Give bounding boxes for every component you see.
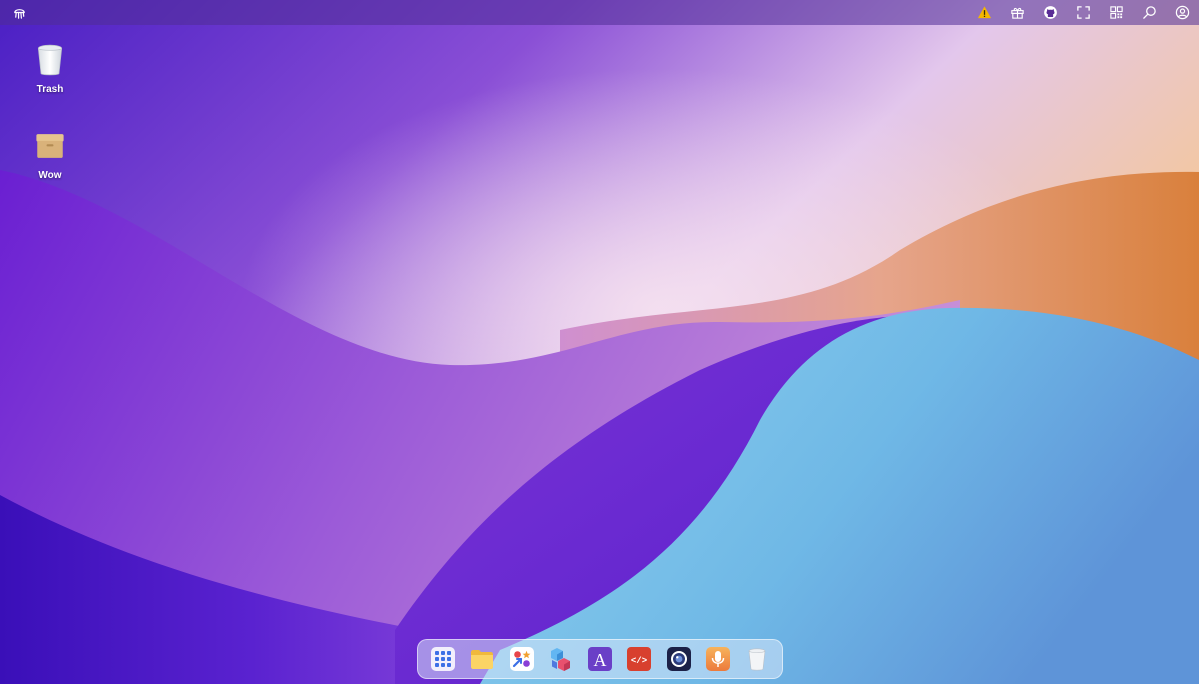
- folder-icon[interactable]: [468, 645, 496, 673]
- desktop-icon-wow[interactable]: Wow: [20, 126, 80, 181]
- font-a-glyph: A: [594, 650, 607, 670]
- trash-bin-icon: [30, 40, 70, 80]
- menu-bar: [0, 0, 1199, 25]
- desktop-icon-trash[interactable]: Trash: [20, 40, 80, 95]
- desktop-icon-label: Wow: [38, 170, 62, 181]
- wallpaper: [0, 0, 1199, 684]
- user-account-icon[interactable]: [1173, 4, 1191, 22]
- microphone-icon[interactable]: [704, 645, 732, 673]
- package-box-icon: [30, 126, 70, 166]
- font-a-icon[interactable]: A: [586, 645, 614, 673]
- warning-icon[interactable]: [975, 4, 993, 22]
- dock: A </>: [417, 639, 783, 679]
- desktop[interactable]: Trash Wow A </>: [0, 0, 1199, 684]
- jellyfish-logo-icon[interactable]: [10, 4, 28, 22]
- desktop-icon-label: Trash: [36, 84, 64, 95]
- code-editor-glyph: </>: [631, 656, 647, 666]
- gift-icon[interactable]: [1008, 4, 1026, 22]
- search-icon[interactable]: [1140, 4, 1158, 22]
- github-icon[interactable]: [1041, 4, 1059, 22]
- cubes-icon[interactable]: [547, 645, 575, 673]
- app-store-icon[interactable]: [508, 645, 536, 673]
- qr-code-icon[interactable]: [1107, 4, 1125, 22]
- camera-lens-icon[interactable]: [665, 645, 693, 673]
- code-editor-icon[interactable]: </>: [625, 645, 653, 673]
- app-grid-icon[interactable]: [429, 645, 457, 673]
- trash-bin-icon[interactable]: [743, 645, 771, 673]
- fullscreen-icon[interactable]: [1074, 4, 1092, 22]
